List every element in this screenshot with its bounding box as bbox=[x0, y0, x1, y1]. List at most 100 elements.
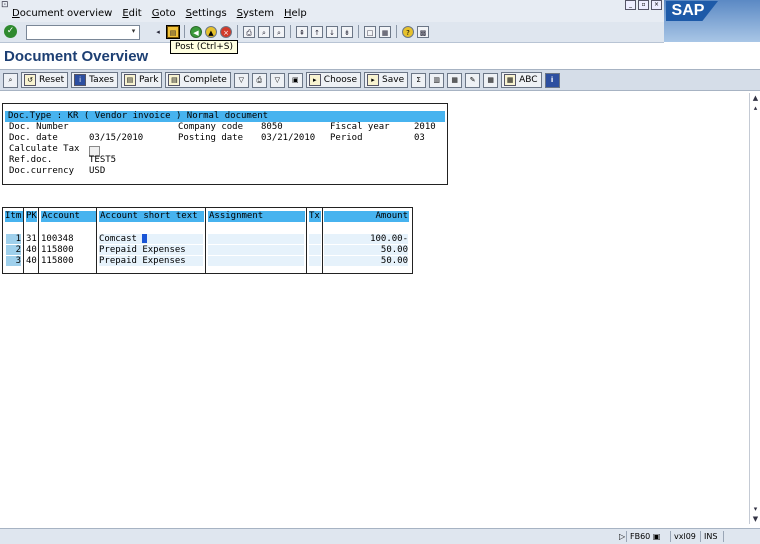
complete-button-label: Complete bbox=[183, 75, 227, 85]
calculate-tax-label: Calculate Tax bbox=[9, 144, 80, 154]
export-icon[interactable]: ▦ bbox=[447, 72, 463, 88]
choose-button[interactable]: ▸ Choose bbox=[305, 72, 362, 88]
command-history-dropdown-icon[interactable]: ▾ bbox=[129, 27, 138, 36]
info-icon[interactable]: i bbox=[544, 72, 560, 88]
fiscal-year-value: 2010 bbox=[414, 122, 436, 132]
layout-icon[interactable]: ▦ bbox=[483, 72, 499, 88]
standard-toolbar-icons: ◂ ▤ ◀ ▲ × ⎙ ⌕ ⌕ ⇞ ↑ ↓ ⇟ □ ▦ ? ▩ bbox=[152, 24, 429, 39]
menu-help[interactable]: Help bbox=[284, 8, 307, 19]
system-menu-icon[interactable]: ⊡ bbox=[1, 0, 11, 10]
header-account[interactable]: Account bbox=[41, 211, 96, 222]
row-pk: 31 bbox=[26, 234, 37, 244]
sum-icon[interactable]: Σ bbox=[411, 72, 427, 88]
title-bar: Document Overview bbox=[0, 43, 760, 69]
doc-type-line: Doc.Type : KR ( Vendor invoice ) Normal … bbox=[5, 111, 445, 122]
post-save-icon[interactable]: ▤ bbox=[166, 24, 180, 39]
abc-analysis-button[interactable]: ▦ ABC bbox=[501, 72, 542, 88]
cancel-icon[interactable]: × bbox=[220, 25, 232, 38]
input-tax-code[interactable] bbox=[309, 245, 321, 255]
menu-system[interactable]: System bbox=[237, 8, 274, 19]
reset-icon: ↺ bbox=[24, 74, 36, 86]
row-short-text-value: Comcast bbox=[99, 234, 137, 244]
scroll-page-down-icon[interactable]: ▾ bbox=[750, 504, 760, 514]
minimize-icon[interactable]: _ bbox=[625, 0, 636, 10]
back-icon[interactable]: ◀ bbox=[190, 25, 202, 38]
toolbar-separator bbox=[396, 25, 397, 38]
print-list-icon[interactable]: ⎙ bbox=[251, 72, 267, 88]
find-next-icon[interactable]: ⌕ bbox=[273, 25, 285, 38]
complete-icon: ▤ bbox=[168, 74, 181, 86]
input-assignment[interactable] bbox=[208, 256, 304, 266]
row-amount: 50.00 bbox=[380, 245, 408, 255]
input-assignment[interactable] bbox=[208, 245, 304, 255]
sap-logo: SAP bbox=[666, 1, 718, 21]
input-tax-code[interactable] bbox=[309, 256, 321, 266]
vertical-scrollbar[interactable]: ▲ ▴ ▾ ▼ bbox=[749, 93, 760, 524]
menu-bar: ⊡ Document overview Edit Goto Settings S… bbox=[0, 0, 760, 22]
subtotal-icon[interactable]: ▥ bbox=[429, 72, 445, 88]
menu-edit[interactable]: Edit bbox=[122, 8, 141, 19]
application-toolbar: ⌕ ↺ Reset i Taxes ▤ Park ▤ Complete ▽ ⎙ ▽ ▣ … bbox=[0, 69, 760, 91]
display-icon[interactable]: ⌕ bbox=[3, 72, 18, 88]
row-amount: 50.00 bbox=[380, 256, 408, 266]
menu-document-overview[interactable]: Document overview bbox=[12, 8, 112, 19]
shortcut-icon[interactable]: ▦ bbox=[379, 25, 391, 38]
reset-button[interactable]: ↺ Reset bbox=[21, 72, 69, 88]
row-amount: 100.00- bbox=[370, 234, 408, 244]
row-account: 100348 bbox=[41, 234, 74, 244]
taxes-icon: i bbox=[74, 74, 87, 86]
next-page-icon[interactable]: ↓ bbox=[326, 25, 338, 38]
header-itm[interactable]: Itm bbox=[5, 211, 23, 222]
posting-date-label: Posting date bbox=[178, 133, 244, 143]
choose-icon: ▸ bbox=[308, 74, 321, 86]
close-window-icon[interactable]: × bbox=[651, 0, 662, 10]
menu-settings[interactable]: Settings bbox=[186, 8, 227, 19]
document-header-box: Doc.Type : KR ( Vendor invoice ) Normal … bbox=[2, 103, 448, 185]
status-transaction: FB60 ▣ bbox=[626, 531, 663, 542]
post-tooltip: Post (Ctrl+S) bbox=[170, 40, 238, 54]
exit-icon[interactable]: ▲ bbox=[205, 25, 217, 38]
row-itm: 3 bbox=[15, 256, 21, 266]
print-icon[interactable]: ⎙ bbox=[243, 25, 255, 38]
enter-check-icon[interactable]: ✓ bbox=[4, 25, 17, 38]
help-icon[interactable]: ? bbox=[402, 25, 414, 38]
layout-menu-icon[interactable]: ▩ bbox=[417, 25, 429, 38]
new-session-icon[interactable]: □ bbox=[364, 25, 376, 38]
command-field[interactable]: ▾ bbox=[26, 25, 140, 40]
scroll-down-icon[interactable]: ▼ bbox=[750, 514, 760, 524]
complete-button[interactable]: ▤ Complete bbox=[165, 72, 231, 88]
header-tx[interactable]: Tx bbox=[309, 211, 321, 222]
select-icon[interactable]: ▣ bbox=[287, 72, 303, 88]
row-pk: 40 bbox=[26, 245, 37, 255]
first-page-icon[interactable]: ⇞ bbox=[296, 25, 308, 38]
toolbar-separator bbox=[237, 25, 238, 38]
menu-goto[interactable]: Goto bbox=[152, 8, 176, 19]
filter-icon[interactable]: ▽ bbox=[233, 72, 249, 88]
header-pk[interactable]: PK bbox=[26, 211, 37, 222]
scroll-page-up-icon[interactable]: ▴ bbox=[750, 103, 760, 113]
status-server: vxl09 bbox=[670, 531, 699, 542]
park-button[interactable]: ▤ Park bbox=[120, 72, 163, 88]
taxes-button[interactable]: i Taxes bbox=[71, 72, 118, 88]
set-filter-icon[interactable]: ▽ bbox=[269, 72, 285, 88]
header-assignment[interactable]: Assignment bbox=[208, 211, 305, 222]
previous-page-icon[interactable]: ↑ bbox=[311, 25, 323, 38]
input-assignment[interactable] bbox=[208, 234, 304, 244]
expand-arrow-icon[interactable]: ◂ bbox=[152, 26, 164, 38]
input-tax-code[interactable] bbox=[309, 234, 321, 244]
scroll-up-icon[interactable]: ▲ bbox=[750, 93, 760, 103]
line-items-table: Itm PK Account Account short text Assign… bbox=[2, 207, 413, 274]
fiscal-year-label: Fiscal year bbox=[330, 122, 390, 132]
header-short-text[interactable]: Account short text bbox=[99, 211, 204, 222]
edit-icon[interactable]: ✎ bbox=[465, 72, 481, 88]
header-amount[interactable]: Amount bbox=[324, 211, 409, 222]
save-button[interactable]: ▸ Save bbox=[364, 72, 409, 88]
status-transaction-code: FB60 bbox=[630, 532, 651, 541]
status-system-info-icon[interactable]: ▣ bbox=[653, 532, 661, 541]
doc-number-label: Doc. Number bbox=[9, 122, 69, 132]
row-account: 115800 bbox=[41, 245, 74, 255]
find-icon[interactable]: ⌕ bbox=[258, 25, 270, 38]
restore-icon[interactable]: ▫ bbox=[638, 0, 649, 10]
status-insert-mode: INS bbox=[700, 531, 720, 542]
last-page-icon[interactable]: ⇟ bbox=[341, 25, 353, 38]
